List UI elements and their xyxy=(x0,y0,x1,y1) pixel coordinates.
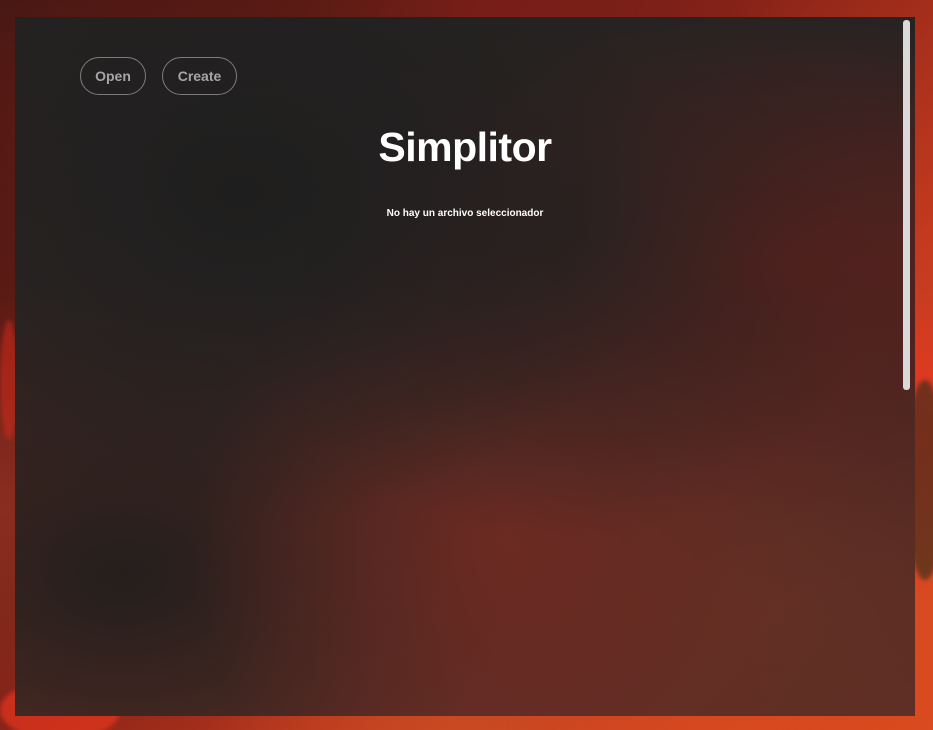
toolbar: Open Create xyxy=(80,57,237,95)
vertical-scrollbar[interactable] xyxy=(903,20,910,714)
create-button[interactable]: Create xyxy=(162,57,237,95)
file-status-text: No hay un archivo seleccionador xyxy=(386,208,544,219)
open-button[interactable]: Open xyxy=(80,57,146,95)
app-window: Open Create Simplitor No hay un archivo … xyxy=(15,17,915,716)
scrollbar-thumb[interactable] xyxy=(903,20,910,390)
app-title: Simplitor xyxy=(378,124,552,170)
